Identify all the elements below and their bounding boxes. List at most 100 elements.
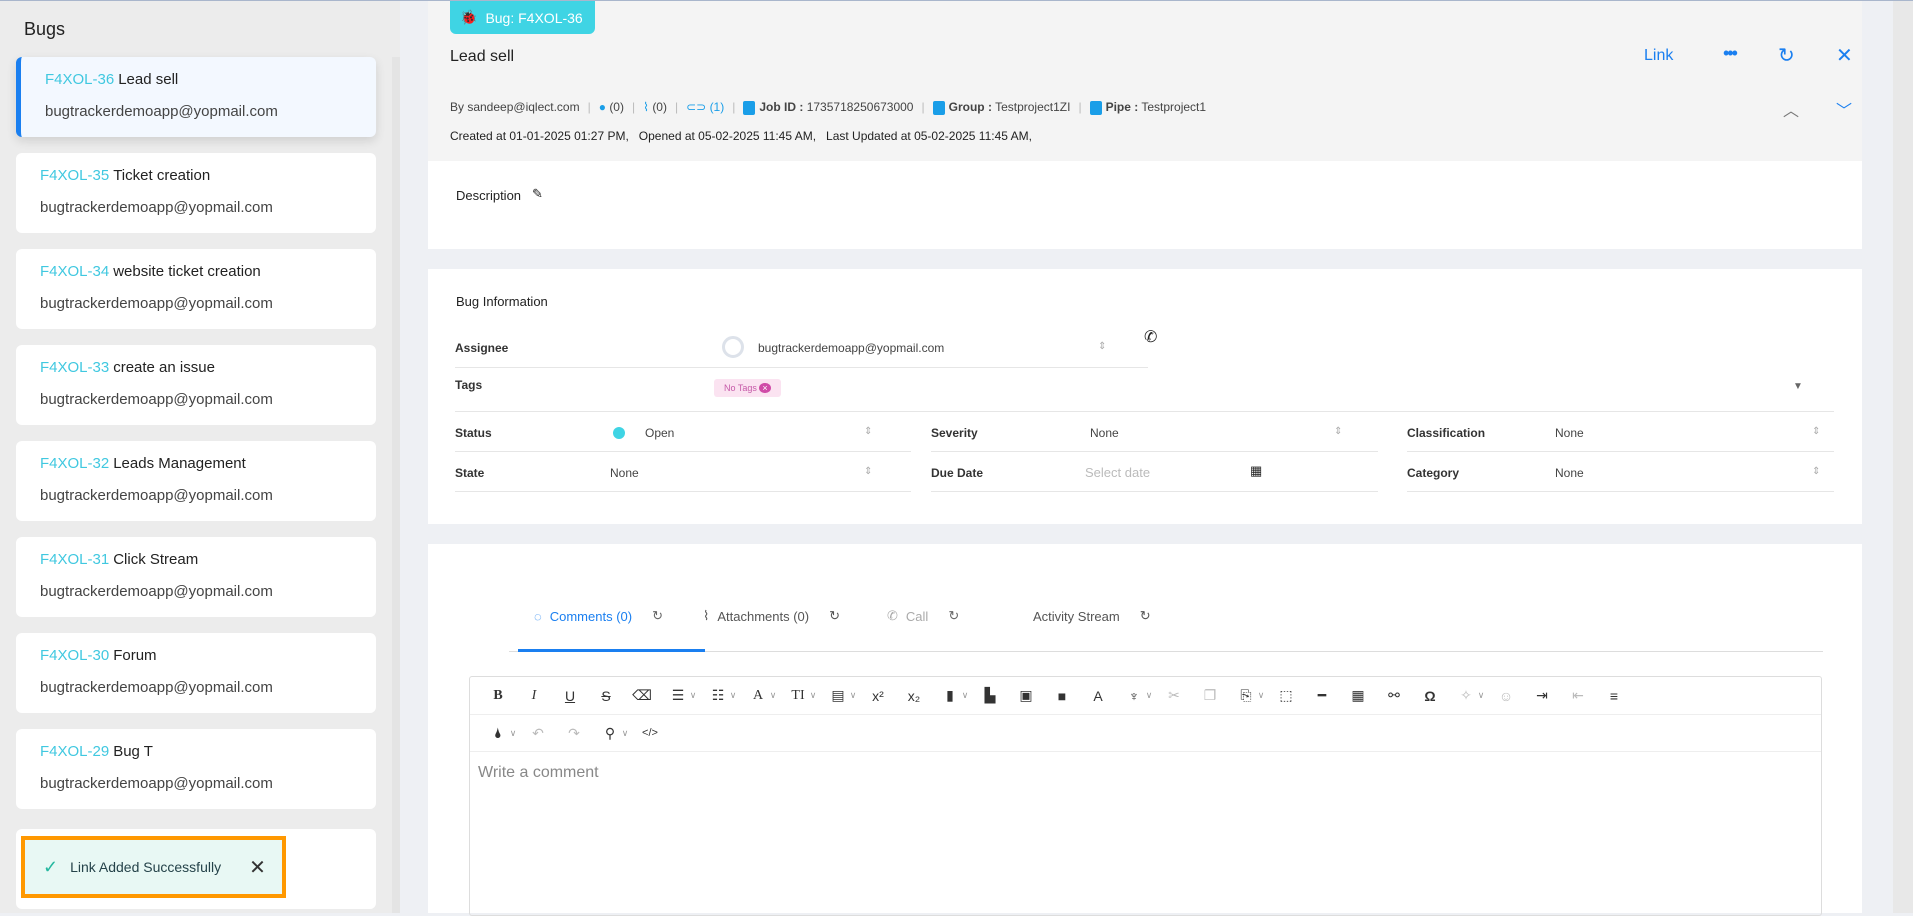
bug-reporter: bugtrackerdemoapp@yopmail.com: [40, 679, 273, 696]
bug-card[interactable]: F4XOL-29 Bug T bugtrackerdemoapp@yopmail.c…: [16, 729, 376, 809]
clipboard-icon: [932, 100, 945, 115]
comment-input[interactable]: Write a comment: [470, 752, 1821, 794]
bug-id: F4XOL-31: [40, 551, 110, 568]
description-label: Description: [456, 188, 522, 203]
bug-reporter: bugtrackerdemoapp@yopmail.com: [40, 295, 273, 312]
underline-icon[interactable]: U: [552, 688, 588, 704]
comment-icon: ◌: [534, 608, 542, 624]
comments-count[interactable]: ● (0): [599, 100, 624, 114]
outdent-icon[interactable]: ⇤: [1560, 687, 1596, 704]
video-icon[interactable]: ■: [1044, 688, 1080, 704]
assignee-label: Assignee: [455, 341, 509, 355]
links-count[interactable]: ⊂⊃ (1): [686, 100, 724, 114]
bug-list-sidebar: Bugs F4XOL-36 Lead sell bugtrackerdemoapp@…: [0, 1, 400, 913]
bug-info-title: Bug Information: [456, 294, 548, 309]
chevron-down-icon[interactable]: ﹀: [1836, 97, 1852, 121]
severity-select[interactable]: None: [1090, 426, 1119, 440]
comment-editor: B I U S ⌫ ☰ ∨ ☷ ∨ A ∨ TI ∨ ▤ ∨ x² x₂ ▮ ∨ ▙ ▣ ■…: [469, 676, 1822, 916]
status-label: Status: [455, 426, 492, 440]
bug-card[interactable]: F4XOL-36 Lead sell bugtrackerdemoapp@yopma…: [16, 57, 376, 137]
tags-dropdown-icon[interactable]: ▼: [1793, 381, 1803, 392]
tab-attachments[interactable]: ⌇ Attachments (0) ↻: [703, 600, 840, 632]
due-date-input[interactable]: Select date: [1085, 465, 1150, 480]
align-left-icon[interactable]: ≡: [1596, 688, 1632, 704]
eraser-icon[interactable]: ⌫: [624, 687, 660, 704]
bug-title: Bug T: [113, 743, 153, 760]
chevron-up-icon[interactable]: ︿: [1783, 97, 1799, 121]
state-select[interactable]: None: [610, 466, 639, 480]
refresh-icon: ↻: [948, 608, 960, 623]
avatar: [722, 336, 744, 358]
italic-icon[interactable]: I: [516, 688, 552, 704]
activity-tabs: ◌ Comments (0) ↻ ⌇ Attachments (0) ↻ ✆ Call ↻ …: [509, 600, 1823, 652]
tag-chip[interactable]: No Tags ×: [714, 379, 781, 397]
sidebar-scrollbar[interactable]: [392, 57, 400, 913]
chevron-updown-icon: ⇕: [1098, 341, 1107, 352]
link-icon: ⊂⊃: [686, 100, 707, 115]
document-icon[interactable]: ▙: [972, 687, 1008, 704]
chevron-updown-icon: ⇕: [864, 426, 873, 437]
bug-icon: 🐞: [460, 9, 478, 25]
bug-reporter: bugtrackerdemoapp@yopmail.com: [40, 391, 273, 408]
select-all-icon[interactable]: ⬚: [1268, 687, 1304, 704]
copy-icon[interactable]: ❐: [1192, 687, 1228, 704]
description-panel: Description ✎: [428, 161, 1862, 249]
indent-icon[interactable]: ⇥: [1524, 687, 1560, 704]
link-icon[interactable]: ⚯: [1376, 687, 1412, 704]
image-icon[interactable]: ▣: [1008, 687, 1044, 704]
table-icon[interactable]: ▦: [1340, 687, 1376, 704]
remove-tag-icon: ×: [759, 383, 771, 393]
bug-meta: By sandeep@iqlect.com | ● (0) | ⌇ (0) | ⊂⊃ …: [450, 100, 1207, 115]
bug-reporter: bugtrackerdemoapp@yopmail.com: [40, 583, 273, 600]
superscript-icon[interactable]: x²: [860, 688, 896, 704]
category-select[interactable]: None: [1555, 466, 1584, 480]
tags-label: Tags: [455, 378, 483, 392]
spellcheck-icon[interactable]: A: [1080, 688, 1116, 704]
calendar-icon[interactable]: ▦: [1250, 463, 1262, 479]
bug-card[interactable]: F4XOL-30 Forum bugtrackerdemoapp@yopmail.c…: [16, 633, 376, 713]
tab-activity-stream[interactable]: Activity Stream ↻: [1033, 600, 1151, 632]
strikethrough-icon[interactable]: S: [588, 688, 624, 704]
bug-title: Ticket creation: [113, 167, 211, 184]
bug-card[interactable]: F4XOL-34 website ticket creation bugtracke…: [16, 249, 376, 329]
author: By sandeep@iqlect.com: [450, 100, 580, 115]
clipboard-icon: [743, 100, 756, 115]
assignee-select[interactable]: bugtrackerdemoapp@yopmail.com: [758, 341, 944, 355]
classification-select[interactable]: None: [1555, 426, 1584, 440]
page-scrollbar[interactable]: [1893, 1, 1913, 913]
undo-icon[interactable]: ↶: [520, 725, 556, 742]
horizontal-rule-icon[interactable]: ━: [1304, 687, 1340, 704]
attachments-count[interactable]: ⌇ (0): [643, 100, 667, 114]
redo-icon[interactable]: ↷: [556, 725, 592, 742]
pipe: Pipe : Testproject1: [1089, 100, 1206, 115]
cut-icon[interactable]: ✂: [1156, 687, 1192, 704]
close-icon[interactable]: ✕: [1836, 43, 1853, 68]
status-select[interactable]: Open: [645, 426, 674, 440]
ai-assistant-icon[interactable]: ☺: [1488, 688, 1524, 704]
bug-card[interactable]: F4XOL-33 create an issue bugtrackerdemoapp…: [16, 345, 376, 425]
edit-icon[interactable]: ✎: [532, 186, 543, 202]
refresh-icon: ↻: [1139, 608, 1151, 623]
bug-card[interactable]: F4XOL-32 Leads Management bugtrackerdemoap…: [16, 441, 376, 521]
more-icon[interactable]: •••: [1723, 43, 1738, 64]
tab-call[interactable]: ✆ Call ↻: [887, 600, 959, 632]
bug-reporter: bugtrackerdemoapp@yopmail.com: [40, 487, 273, 504]
special-char-icon[interactable]: Ω: [1412, 688, 1448, 704]
bug-id: F4XOL-30: [40, 647, 110, 664]
group: Group : Testproject1ZI: [932, 100, 1070, 115]
subscript-icon[interactable]: x₂: [896, 688, 932, 704]
state-label: State: [455, 466, 485, 480]
refresh-icon[interactable]: ↻: [1778, 43, 1795, 68]
bug-reporter: bugtrackerdemoapp@yopmail.com: [40, 199, 273, 216]
bug-card[interactable]: F4XOL-35 Ticket creation bugtrackerdemoapp…: [16, 153, 376, 233]
link-button[interactable]: Link: [1644, 47, 1673, 65]
bug-card[interactable]: F4XOL-31 Click Stream bugtrackerdemoapp@yo…: [16, 537, 376, 617]
bug-id: F4XOL-29: [40, 743, 110, 760]
phone-outgoing-icon[interactable]: ✆: [1144, 327, 1157, 347]
bold-icon[interactable]: B: [480, 688, 516, 704]
close-toast-button[interactable]: ✕: [249, 855, 266, 880]
bug-dates: Created at 01-01-2025 01:27 PM, Opened a…: [450, 129, 1032, 143]
paperclip-icon: ⌇: [703, 608, 710, 623]
tab-comments[interactable]: ◌ Comments (0) ↻: [534, 600, 663, 632]
source-code-icon[interactable]: </>: [632, 727, 668, 739]
